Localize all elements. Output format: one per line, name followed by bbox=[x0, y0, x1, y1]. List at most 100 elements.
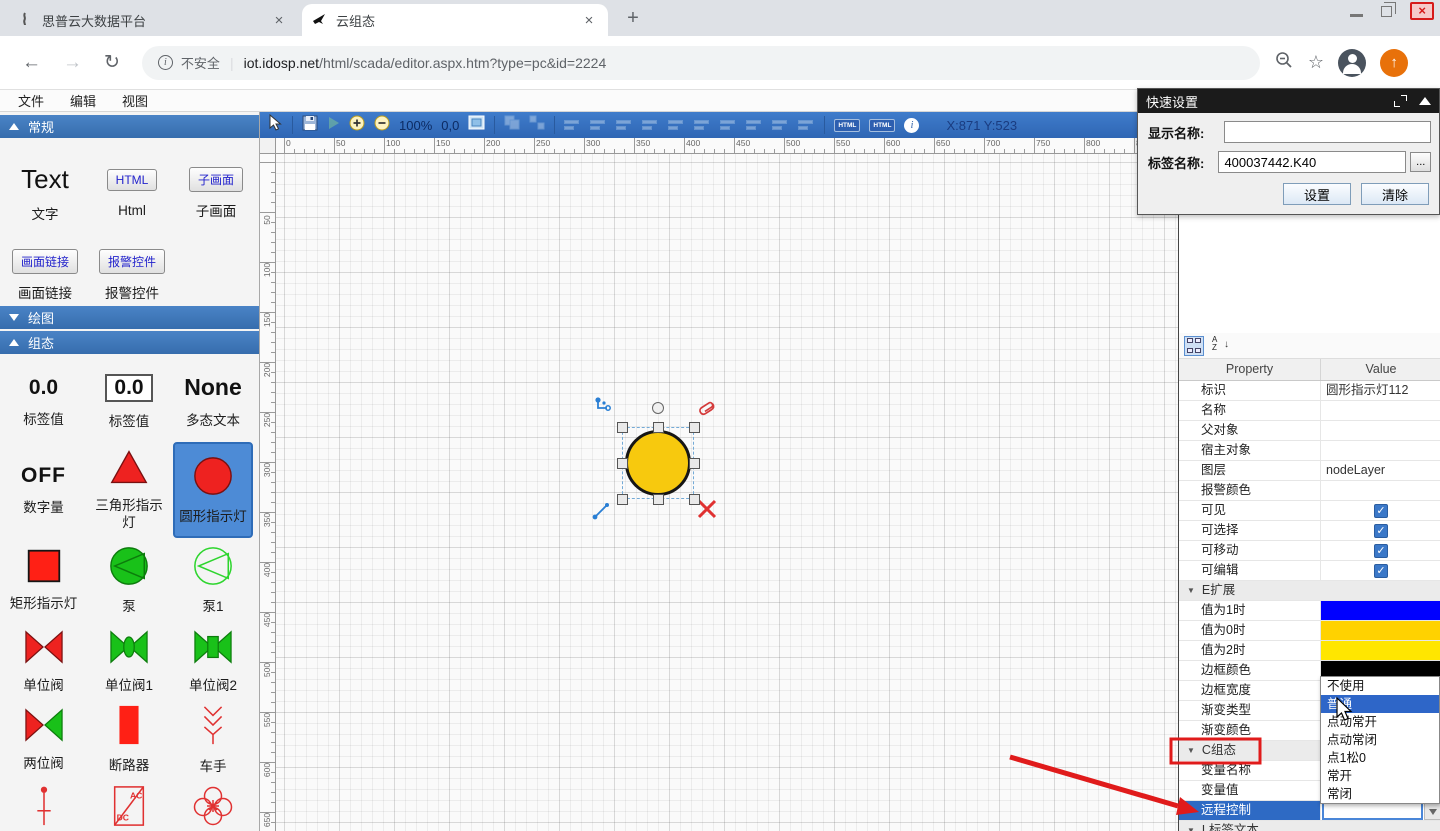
browser-update-icon[interactable]: ↑ bbox=[1380, 49, 1408, 77]
align-icon[interactable] bbox=[720, 118, 737, 132]
collapse-panel-icon[interactable] bbox=[1419, 97, 1431, 105]
palette-item[interactable]: 画面链接画面链接 bbox=[5, 240, 85, 312]
browser-tab-1[interactable]: 思普云大数据平台 × bbox=[8, 4, 298, 36]
palette-item-scada[interactable]: 0.0标签值 bbox=[89, 362, 169, 442]
tab-close-icon[interactable]: × bbox=[580, 12, 598, 29]
window-minimize-icon[interactable] bbox=[1350, 14, 1363, 17]
menu-view[interactable]: 视图 bbox=[122, 91, 148, 110]
property-value[interactable]: ✓ bbox=[1321, 541, 1440, 560]
palette-section-scada[interactable]: 组态 bbox=[0, 331, 259, 354]
align-icon[interactable] bbox=[668, 118, 685, 132]
checkbox-icon[interactable]: ✓ bbox=[1374, 544, 1388, 558]
property-value[interactable]: 圆形指示灯112 bbox=[1321, 381, 1440, 400]
align-icon[interactable] bbox=[616, 118, 633, 132]
palette-item-scada[interactable]: 泵1 bbox=[173, 538, 253, 622]
property-row[interactable]: 可选择✓ bbox=[1179, 521, 1440, 541]
menu-file[interactable]: 文件 bbox=[18, 91, 44, 110]
back-icon[interactable]: ← bbox=[22, 52, 41, 74]
save-icon[interactable] bbox=[302, 115, 318, 136]
export-html-icon[interactable]: HTML bbox=[834, 119, 860, 132]
palette-item-scada[interactable]: 矩形指示灯 bbox=[4, 538, 84, 622]
property-row[interactable]: 父对象 bbox=[1179, 421, 1440, 441]
connect-handle-icon[interactable] bbox=[594, 396, 614, 416]
rotate-handle[interactable] bbox=[652, 402, 664, 414]
selection-handle[interactable] bbox=[617, 494, 628, 505]
attach-paperclip-icon[interactable] bbox=[698, 398, 718, 418]
dropdown-option[interactable]: 点动常开 bbox=[1321, 713, 1439, 731]
palette-item-scada[interactable]: 单位阀2 bbox=[173, 622, 253, 700]
property-value[interactable] bbox=[1321, 621, 1440, 640]
window-restore-icon[interactable] bbox=[1381, 6, 1392, 17]
palette-item-scada[interactable]: 三角形指示灯 bbox=[89, 442, 169, 538]
align-icon[interactable] bbox=[564, 118, 581, 132]
property-row[interactable]: 标识圆形指示灯112 bbox=[1179, 381, 1440, 401]
palette-item[interactable]: HTMLHtml bbox=[92, 148, 172, 240]
ungroup-icon[interactable] bbox=[529, 115, 545, 135]
design-canvas[interactable] bbox=[276, 154, 1178, 831]
palette-item-scada[interactable]: 单位阀 bbox=[4, 622, 84, 700]
property-value[interactable]: ✓ bbox=[1321, 501, 1440, 520]
property-row[interactable]: 报警颜色 bbox=[1179, 481, 1440, 501]
dropdown-option[interactable]: 常闭 bbox=[1321, 785, 1439, 803]
profile-avatar-icon[interactable] bbox=[1338, 49, 1366, 77]
zoom-out-page-icon[interactable] bbox=[1274, 50, 1294, 75]
import-html-icon[interactable]: HTML bbox=[869, 119, 895, 132]
browser-tab-2[interactable]: 云组态 × bbox=[302, 4, 608, 36]
checkbox-icon[interactable]: ✓ bbox=[1374, 504, 1388, 518]
selection-handle[interactable] bbox=[617, 422, 628, 433]
property-category-row[interactable]: ▼L标签文本 bbox=[1179, 821, 1440, 831]
tag-name-input[interactable] bbox=[1218, 151, 1406, 173]
property-row[interactable]: 值为2时 bbox=[1179, 641, 1440, 661]
palette-item-scada[interactable]: 刀闸 bbox=[4, 778, 84, 831]
group-icon[interactable] bbox=[504, 115, 520, 135]
property-row[interactable]: 值为0时 bbox=[1179, 621, 1440, 641]
property-value[interactable]: ✓ bbox=[1321, 521, 1440, 540]
forward-icon[interactable]: → bbox=[63, 52, 82, 74]
align-icon[interactable] bbox=[590, 118, 607, 132]
palette-item-scada[interactable]: 两位阀 bbox=[4, 700, 84, 778]
palette-section-general[interactable]: 常规 bbox=[0, 115, 259, 138]
align-icon[interactable] bbox=[746, 118, 763, 132]
dropdown-option[interactable]: 普通 bbox=[1321, 695, 1439, 713]
sort-az-icon[interactable]: A Z ↓ bbox=[1210, 336, 1230, 356]
property-row[interactable]: 可见✓ bbox=[1179, 501, 1440, 521]
checkbox-icon[interactable]: ✓ bbox=[1374, 524, 1388, 538]
align-icon[interactable] bbox=[642, 118, 659, 132]
run-icon[interactable] bbox=[327, 116, 340, 135]
palette-item-selected[interactable]: 圆形指示灯 bbox=[173, 442, 253, 538]
tab-close-icon[interactable]: × bbox=[270, 12, 288, 29]
palette-item-scada[interactable]: 单位阀1 bbox=[89, 622, 169, 700]
palette-item-scada[interactable]: 断路器 bbox=[89, 700, 169, 778]
dropdown-option[interactable]: 不使用 bbox=[1321, 677, 1439, 695]
palette-item-scada[interactable]: 车手 bbox=[173, 700, 253, 778]
selection-handle[interactable] bbox=[653, 494, 664, 505]
canvas-settings-icon[interactable] bbox=[468, 115, 485, 135]
property-value[interactable] bbox=[1321, 641, 1440, 660]
clear-button[interactable]: 清除 bbox=[1361, 183, 1429, 205]
palette-item-scada[interactable]: 泵 bbox=[89, 538, 169, 622]
property-row[interactable]: 可移动✓ bbox=[1179, 541, 1440, 561]
dropdown-option[interactable]: 点动常闭 bbox=[1321, 731, 1439, 749]
palette-item-scada[interactable]: 0.0标签值 bbox=[4, 362, 84, 442]
palette-item-scada[interactable]: ACDC逆变器 bbox=[89, 778, 169, 831]
browse-tag-button[interactable]: ... bbox=[1410, 152, 1431, 172]
zoom-in-icon[interactable] bbox=[349, 115, 365, 136]
display-name-input[interactable] bbox=[1224, 121, 1431, 143]
color-swatch[interactable] bbox=[1321, 601, 1440, 620]
property-category-row[interactable]: ▼E扩展 bbox=[1179, 581, 1440, 601]
bookmark-star-icon[interactable]: ☆ bbox=[1308, 52, 1324, 73]
property-value[interactable]: ✓ bbox=[1321, 561, 1440, 580]
categorize-icon[interactable] bbox=[1184, 336, 1204, 356]
color-swatch[interactable] bbox=[1321, 641, 1440, 660]
select-cursor-icon[interactable] bbox=[268, 114, 283, 136]
checkbox-icon[interactable]: ✓ bbox=[1374, 564, 1388, 578]
quick-settings-header[interactable]: 快速设置 bbox=[1138, 89, 1439, 113]
align-icon[interactable] bbox=[772, 118, 789, 132]
window-close-icon[interactable]: × bbox=[1410, 2, 1434, 20]
property-row[interactable]: 远程控制 bbox=[1179, 801, 1440, 821]
align-icon[interactable] bbox=[798, 118, 815, 132]
property-row[interactable]: 宿主对象 bbox=[1179, 441, 1440, 461]
reload-icon[interactable]: ↻ bbox=[104, 51, 120, 74]
palette-item-scada[interactable]: OFF数字量 bbox=[4, 442, 84, 538]
dropdown-option[interactable]: 点1松0 bbox=[1321, 749, 1439, 767]
